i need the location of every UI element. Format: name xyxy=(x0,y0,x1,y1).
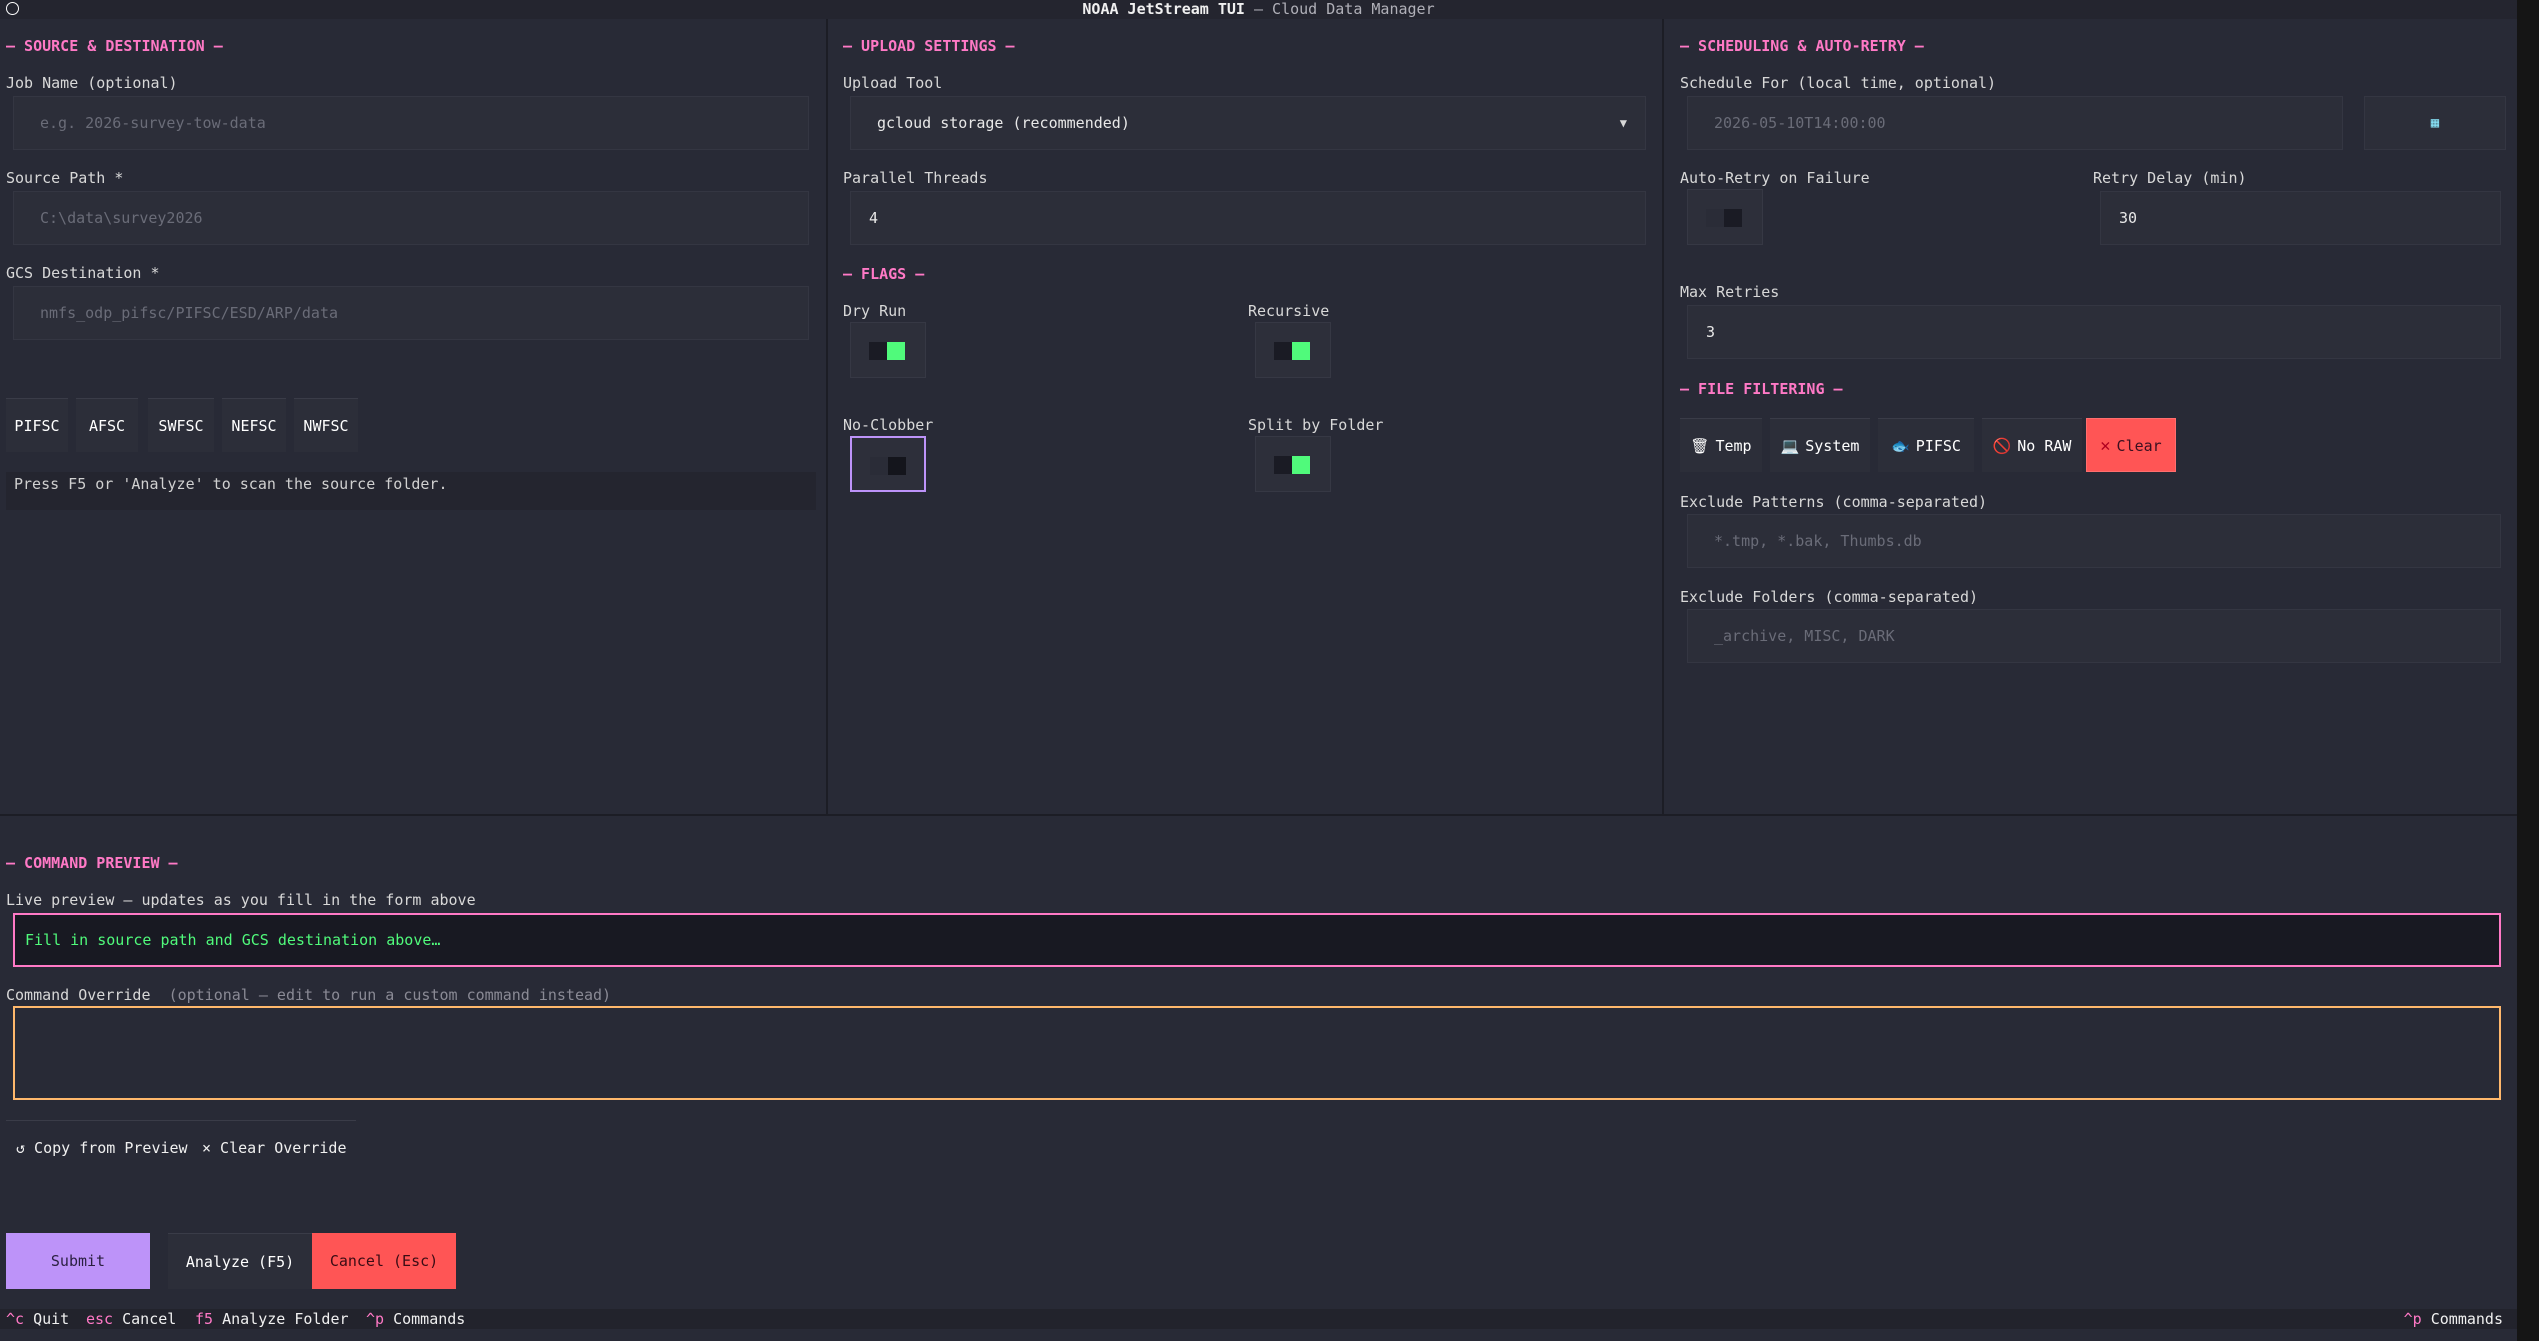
outer-frame xyxy=(2517,0,2539,1341)
footer-bar: ^c Quit esc Cancel f5 Analyze Folder ^p … xyxy=(0,1309,2517,1329)
center-button-afsc[interactable]: AFSC xyxy=(76,398,138,452)
footer-commands[interactable]: ^p Commands xyxy=(366,1309,465,1329)
window-circle-icon[interactable] xyxy=(6,2,19,15)
parallel-threads-input[interactable]: 4 xyxy=(850,191,1646,245)
filter-no-raw-button[interactable]: 🚫 No RAW xyxy=(1982,418,2082,472)
override-label: Command Override xyxy=(6,986,151,1004)
exclude-folders-input[interactable]: _archive, MISC, DARK xyxy=(1687,609,2501,663)
retry-delay-input[interactable]: 30 xyxy=(2100,191,2501,245)
exclude-patterns-label: Exclude Patterns (comma-separated) xyxy=(1680,493,1988,511)
source-path-input[interactable]: C:\data\survey2026 xyxy=(13,191,809,245)
override-hint: (optional — edit to run a custom command… xyxy=(168,986,612,1004)
exclude-folders-label: Exclude Folders (comma-separated) xyxy=(1680,588,1979,606)
exclude-patterns-input[interactable]: *.tmp, *.bak, Thumbs.db xyxy=(1687,514,2501,568)
split-by-folder-label: Split by Folder xyxy=(1248,416,1384,434)
footer-commands-right[interactable]: ^p Commands xyxy=(2404,1309,2503,1329)
cancel-button[interactable]: Cancel (Esc) xyxy=(312,1233,456,1289)
column-divider-2 xyxy=(1662,19,1664,816)
command-override-input[interactable] xyxy=(13,1006,2501,1100)
filtering-section-title: — FILE FILTERING — xyxy=(1680,380,1843,398)
schedule-for-input[interactable]: 2026-05-10T14:00:00 xyxy=(1687,96,2343,150)
job-name-input[interactable]: e.g. 2026-survey-tow-data xyxy=(13,96,809,150)
upload-tool-label: Upload Tool xyxy=(843,74,943,92)
column-divider-1 xyxy=(826,19,828,816)
app-window: NOAA JetStream TUI — Cloud Data Manager … xyxy=(0,0,2517,1341)
copy-from-preview-button[interactable]: ↺ Copy from Preview xyxy=(16,1139,188,1157)
trash-icon: 🗑 xyxy=(1690,437,1710,455)
prohibited-icon: 🚫 xyxy=(1992,437,2012,455)
auto-retry-label: Auto-Retry on Failure xyxy=(1680,169,1870,187)
dropdown-arrow-icon: ▼ xyxy=(1619,116,1627,130)
parallel-threads-label: Parallel Threads xyxy=(843,169,988,187)
max-retries-input[interactable]: 3 xyxy=(1687,305,2501,359)
upload-section-title: — UPLOAD SETTINGS — xyxy=(843,37,1015,55)
title-bar: NOAA JetStream TUI — Cloud Data Manager xyxy=(0,0,2517,19)
calendar-icon: ▦ xyxy=(2430,115,2440,131)
center-button-pifsc[interactable]: PIFSC xyxy=(6,398,68,452)
job-name-label: Job Name (optional) xyxy=(6,74,178,92)
source-section-title: — SOURCE & DESTINATION — xyxy=(6,37,223,55)
split-by-folder-toggle[interactable] xyxy=(1255,436,1331,492)
fish-icon: 🐟 xyxy=(1891,437,1910,455)
schedule-for-label: Schedule For (local time, optional) xyxy=(1680,74,1997,92)
upload-tool-value: gcloud storage (recommended) xyxy=(877,114,1130,132)
gcs-destination-label: GCS Destination * xyxy=(6,264,160,282)
filter-clear-label: Clear xyxy=(2116,437,2162,455)
app-subtitle: — Cloud Data Manager xyxy=(1244,0,1435,18)
recursive-label: Recursive xyxy=(1248,302,1330,320)
preview-label: Live preview — updates as you fill in th… xyxy=(6,891,476,909)
center-button-nefsc[interactable]: NEFSC xyxy=(222,398,286,452)
footer-commands-right-desc: Commands xyxy=(2430,1310,2503,1328)
no-clobber-toggle[interactable] xyxy=(850,436,926,492)
footer-analyze-desc: Analyze Folder xyxy=(222,1310,349,1328)
filter-no-raw-label: No RAW xyxy=(2017,437,2072,455)
close-icon: ✕ xyxy=(2100,436,2111,456)
override-label-row: Command Override (optional — edit to run… xyxy=(6,986,611,1004)
flags-section-title: — FLAGS — xyxy=(843,265,925,283)
gcs-destination-input[interactable]: nmfs_odp_pifsc/PIFSC/ESD/ARP/data xyxy=(13,286,809,340)
source-path-label: Source Path * xyxy=(6,169,124,187)
footer-analyze-key: f5 xyxy=(195,1310,214,1328)
override-actions: ↺ Copy from Preview × Clear Override xyxy=(6,1120,356,1176)
center-button-nwfsc[interactable]: NWFSC xyxy=(294,398,358,452)
dry-run-label: Dry Run xyxy=(843,302,907,320)
dry-run-toggle[interactable] xyxy=(850,322,926,378)
upload-tool-select[interactable]: gcloud storage (recommended) ▼ xyxy=(850,96,1646,150)
no-clobber-label: No-Clobber xyxy=(843,416,934,434)
footer-quit-desc: Quit xyxy=(33,1310,70,1328)
schedule-section-title: — SCHEDULING & AUTO-RETRY — xyxy=(1680,37,1924,55)
analysis-status: Press F5 or 'Analyze' to scan the source… xyxy=(6,472,816,510)
footer-quit[interactable]: ^c Quit xyxy=(6,1309,69,1329)
filter-pifsc-label: PIFSC xyxy=(1915,437,1961,455)
footer-commands-right-key: ^p xyxy=(2403,1310,2422,1328)
analyze-button[interactable]: Analyze (F5) xyxy=(168,1233,312,1289)
clear-override-button[interactable]: × Clear Override xyxy=(202,1139,347,1157)
horizontal-divider xyxy=(0,814,2517,816)
footer-analyze[interactable]: f5 Analyze Folder xyxy=(195,1309,349,1329)
footer-cancel[interactable]: esc Cancel xyxy=(86,1309,176,1329)
center-button-swfsc[interactable]: SWFSC xyxy=(148,398,214,452)
submit-button[interactable]: Submit xyxy=(6,1233,150,1289)
command-section-title: — COMMAND PREVIEW — xyxy=(6,854,178,872)
footer-quit-key: ^c xyxy=(6,1310,25,1328)
footer-commands-key: ^p xyxy=(366,1310,385,1328)
max-retries-label: Max Retries xyxy=(1680,283,1780,301)
retry-delay-label: Retry Delay (min) xyxy=(2093,169,2247,187)
filter-system-label: System xyxy=(1805,437,1860,455)
command-preview: Fill in source path and GCS destination … xyxy=(13,913,2501,967)
filter-clear-button[interactable]: ✕ Clear xyxy=(2086,418,2176,472)
footer-commands-desc: Commands xyxy=(393,1310,466,1328)
recursive-toggle[interactable] xyxy=(1255,322,1331,378)
auto-retry-toggle[interactable] xyxy=(1687,189,1763,245)
filter-system-button[interactable]: 💻 System xyxy=(1770,418,1870,472)
computer-icon: 💻 xyxy=(1780,437,1800,455)
filter-temp-label: Temp xyxy=(1715,437,1752,455)
app-title: NOAA JetStream TUI xyxy=(1082,0,1245,18)
calendar-button[interactable]: ▦ xyxy=(2364,96,2506,150)
filter-temp-button[interactable]: 🗑 Temp xyxy=(1680,418,1762,472)
footer-cancel-key: esc xyxy=(86,1310,114,1328)
filter-pifsc-button[interactable]: 🐟 PIFSC xyxy=(1878,418,1974,472)
footer-cancel-desc: Cancel xyxy=(122,1310,177,1328)
